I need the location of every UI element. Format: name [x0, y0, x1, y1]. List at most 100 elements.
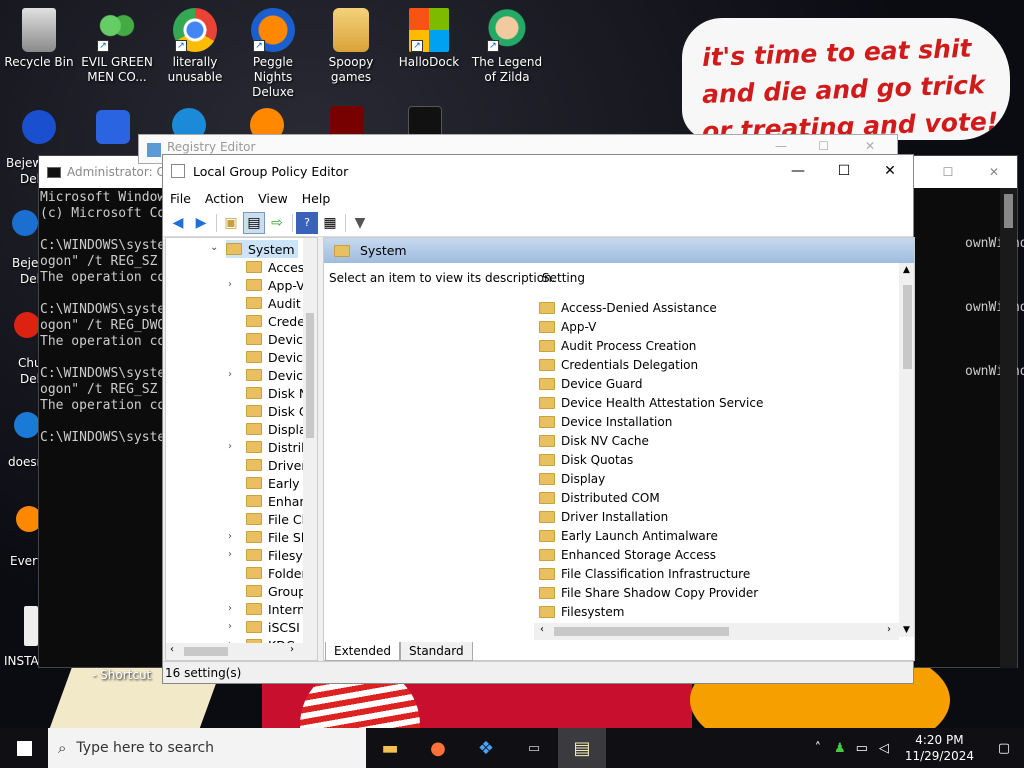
tree-node[interactable]: Distrib — [246, 438, 309, 456]
filter-icon[interactable]: ▼ — [349, 212, 371, 234]
tab-standard[interactable]: Standard — [400, 642, 473, 661]
desktop-icon-peggle[interactable]: ↗ Peggle Nights Deluxe — [234, 8, 312, 100]
desktop-icon-evil-green-men[interactable]: ↗ EVIL GREEN MEN CO... — [78, 8, 156, 85]
desktop-icon-recycle-bin[interactable]: Recycle Bin — [0, 8, 78, 70]
show-hide-tree-icon[interactable]: ▤ — [243, 211, 265, 234]
close-button[interactable]: ✕ — [867, 155, 913, 187]
settings-list[interactable]: Setting Access-Denied Assistance App-V Aud… — [534, 263, 914, 638]
bejeweled-icon[interactable] — [22, 110, 56, 144]
notification-icon[interactable]: ▢ — [984, 741, 1024, 756]
setting-row[interactable]: Device Health Attestation Service — [539, 393, 763, 412]
chevron-down-icon[interactable]: ⌄ — [210, 242, 218, 253]
chevron-right-icon[interactable]: › — [228, 531, 232, 542]
app-icon[interactable] — [14, 412, 40, 438]
network-status-icon[interactable]: ▭ — [851, 741, 873, 756]
notepad-icon[interactable]: ▤ — [558, 728, 606, 768]
menu-help[interactable]: Help — [295, 191, 338, 206]
desktop-icon-hallodock[interactable]: ↗ HalloDock — [390, 8, 468, 70]
mpl-icon[interactable] — [96, 110, 130, 144]
tree-node[interactable]: Folder — [246, 564, 307, 582]
list-vertical-scrollbar[interactable]: ▲ ▼ — [899, 263, 914, 637]
menu-view[interactable]: View — [251, 191, 295, 206]
tree-node[interactable]: Disk N — [246, 384, 308, 402]
tree-node[interactable]: Early L — [246, 474, 311, 492]
chevron-right-icon[interactable]: › — [228, 369, 232, 380]
tree-vertical-scrollbar[interactable] — [303, 238, 317, 644]
cmd-scrollbar[interactable] — [1000, 188, 1017, 668]
chevron-right-icon[interactable]: › — [228, 549, 232, 560]
export-list-icon[interactable]: ⇨ — [266, 212, 288, 234]
tree-node[interactable]: Disk Q — [246, 402, 309, 420]
registry-minimize-button[interactable]: — — [775, 139, 787, 153]
tab-extended[interactable]: Extended — [325, 642, 400, 661]
tree-node[interactable]: Group — [246, 582, 306, 600]
chevron-right-icon[interactable]: › — [228, 441, 232, 452]
chevron-up-icon[interactable]: ˄ — [807, 741, 829, 756]
setting-row[interactable]: Disk Quotas — [539, 450, 633, 469]
chevron-right-icon[interactable]: › — [228, 603, 232, 614]
tree-node[interactable]: Device — [246, 366, 311, 384]
properties-icon[interactable]: ▦ — [319, 212, 341, 234]
tree-node[interactable]: Filesys — [246, 546, 309, 564]
search-box[interactable]: ⌕ Type here to search — [48, 728, 366, 768]
tree-node[interactable]: File Sh — [246, 528, 309, 546]
registry-close-button[interactable]: ✕ — [865, 139, 875, 153]
installer-icon[interactable] — [24, 606, 38, 646]
menu-file[interactable]: File — [163, 191, 198, 206]
tree-node[interactable]: Driver — [246, 456, 306, 474]
chuzzle-icon[interactable] — [14, 312, 40, 338]
setting-row[interactable]: Filesystem — [539, 602, 624, 621]
firefox-icon[interactable]: ● — [414, 728, 462, 768]
clock[interactable]: 4:20 PM 11/29/2024 — [895, 732, 984, 764]
setting-row[interactable]: Credentials Delegation — [539, 355, 698, 374]
setting-row[interactable]: App-V — [539, 317, 596, 336]
cmd-close-button[interactable]: ✕ — [971, 165, 1017, 179]
setting-row[interactable]: Device Installation — [539, 412, 672, 431]
list-horizontal-scrollbar[interactable]: ‹ › — [534, 623, 899, 640]
setting-row[interactable]: File Share Shadow Copy Provider — [539, 583, 758, 602]
up-folder-icon[interactable]: ▣ — [220, 212, 242, 234]
setting-row[interactable]: Disk NV Cache — [539, 431, 649, 450]
tree-horizontal-scrollbar[interactable]: ‹ › — [166, 643, 317, 660]
help-icon[interactable]: ? — [296, 211, 318, 234]
people-icon[interactable]: ♟ — [829, 741, 851, 756]
setting-row[interactable]: Early Launch Antimalware — [539, 526, 718, 545]
back-icon[interactable]: ◀ — [167, 212, 189, 234]
tree-node[interactable]: Enhan — [246, 492, 307, 510]
setting-row[interactable]: File Classification Infrastructure — [539, 564, 750, 583]
tree-node[interactable]: Device — [246, 348, 311, 366]
cmd-icon[interactable]: ▭ — [510, 728, 558, 768]
setting-row[interactable]: Device Guard — [539, 374, 642, 393]
registry-maximize-button[interactable]: ☐ — [818, 139, 829, 153]
setting-row[interactable]: Access-Denied Assistance — [539, 298, 717, 317]
tree-node[interactable]: iSCSI — [246, 618, 300, 636]
group-policy-editor-window[interactable]: Local Group Policy Editor — ☐ ✕ File Act… — [162, 154, 915, 684]
tree-node-system[interactable]: System — [226, 240, 298, 258]
file-explorer-icon[interactable]: ▬ — [366, 728, 414, 768]
tree-pane[interactable]: ⌄ System Access App-V › Audit P Creden Device… — [165, 237, 318, 661]
cmd-maximize-button[interactable]: ☐ — [925, 165, 971, 179]
setting-row[interactable]: Display — [539, 469, 605, 488]
volume-icon[interactable]: ◁ — [873, 741, 895, 756]
column-header-setting[interactable]: Setting — [542, 271, 585, 285]
forward-icon[interactable]: ▶ — [190, 212, 212, 234]
start-button[interactable] — [0, 728, 48, 768]
desktop-icon-chrome[interactable]: ↗ literally unusable — [156, 8, 234, 85]
tree-node[interactable]: Device — [246, 330, 311, 348]
setting-row[interactable]: Distributed COM — [539, 488, 660, 507]
chevron-right-icon[interactable]: › — [228, 621, 232, 632]
network-icon[interactable]: ❖ — [462, 728, 510, 768]
maximize-button[interactable]: ☐ — [821, 155, 867, 187]
bejeweled-icon[interactable] — [12, 210, 38, 236]
menu-action[interactable]: Action — [198, 191, 251, 206]
desktop-icon-spoopy-games[interactable]: Spoopy games — [312, 8, 390, 85]
gpe-titlebar[interactable]: Local Group Policy Editor — ☐ ✕ — [163, 155, 913, 187]
minimize-button[interactable]: — — [775, 155, 821, 187]
desktop-icon-zilda[interactable]: ↗ The Legend of Zilda — [468, 8, 546, 85]
setting-row[interactable]: Driver Installation — [539, 507, 668, 526]
tree-node[interactable]: Access — [246, 258, 311, 276]
tree-node[interactable]: App-V — [246, 276, 305, 294]
setting-row[interactable]: Enhanced Storage Access — [539, 545, 716, 564]
chevron-right-icon[interactable]: › — [228, 279, 232, 290]
setting-row[interactable]: Audit Process Creation — [539, 336, 696, 355]
